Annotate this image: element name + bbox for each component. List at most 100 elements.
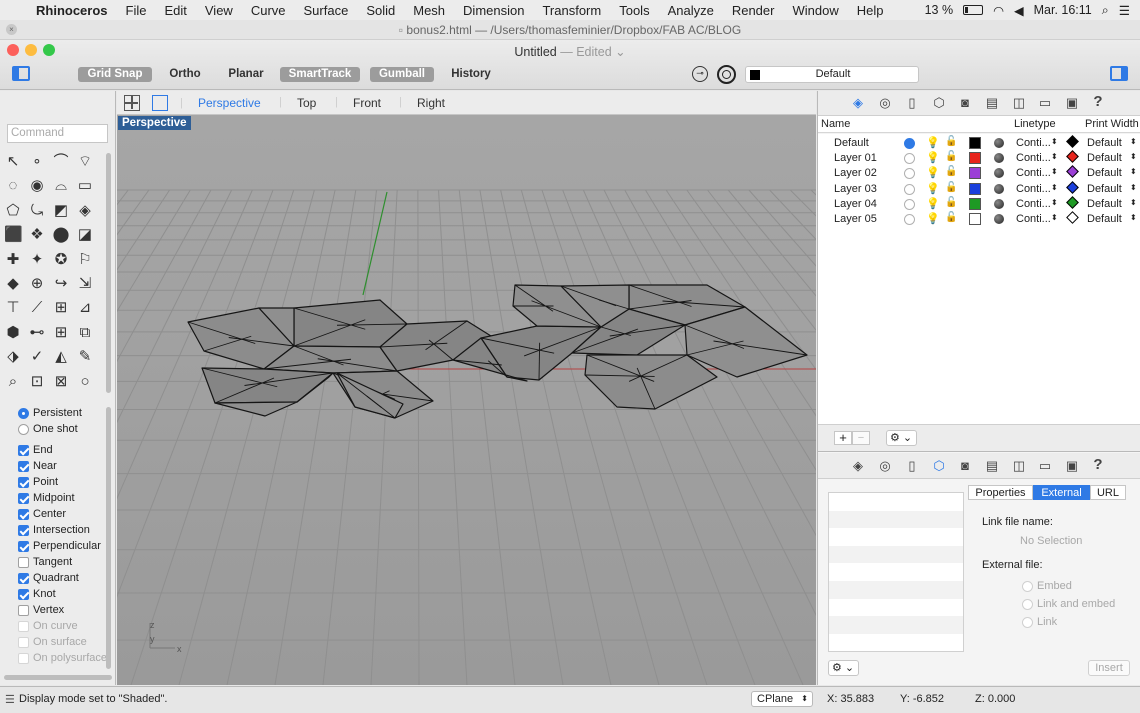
layer-print-width[interactable]: Default — [1087, 137, 1122, 149]
tool-zoom-icon[interactable]: ⌕ — [4, 373, 22, 391]
menu-file[interactable]: File — [117, 3, 156, 18]
tool-solid-box-icon[interactable]: ⬛ — [4, 226, 23, 244]
tool-zoom-window-icon[interactable]: ⊡ — [28, 373, 46, 391]
tab-perspective[interactable]: Perspective — [198, 96, 261, 110]
osnap-target-icon[interactable] — [717, 65, 736, 84]
layer-color-swatch[interactable] — [969, 152, 981, 165]
object-list-row[interactable] — [829, 616, 963, 634]
window-close-small-icon[interactable]: × — [6, 24, 17, 35]
osnap-quadrant[interactable]: Quadrant — [18, 571, 79, 585]
materials-icon[interactable]: ▤ — [984, 458, 1000, 474]
osnap-vertex[interactable]: Vertex — [18, 603, 64, 617]
layer-print-width[interactable]: Default — [1087, 152, 1122, 164]
option-link[interactable]: Link — [1022, 616, 1057, 628]
radio-icon[interactable] — [18, 423, 29, 435]
tab-top[interactable]: Top — [297, 96, 316, 110]
menu-clock[interactable]: Mar. 16:11 — [1034, 3, 1092, 17]
tool-grid-icon[interactable]: ⊞ — [52, 324, 70, 342]
layer-row[interactable]: Layer 04 💡 🔓 Conti... ⬍ Default ⬍ — [818, 195, 1140, 212]
checkbox-icon[interactable] — [18, 556, 29, 568]
layers-icon[interactable]: ◈ — [850, 458, 866, 474]
checkbox-icon[interactable] — [18, 476, 29, 488]
properties-gear-icon[interactable]: ⚙ ⌄ — [828, 660, 859, 676]
layer-material-sphere-icon[interactable] — [994, 198, 1004, 209]
remove-layer-button[interactable]: − — [852, 431, 870, 445]
object-list-row[interactable] — [829, 633, 963, 652]
layer-lock-icon[interactable]: 🔓 — [945, 197, 957, 208]
osnap-tangent[interactable]: Tangent — [18, 555, 72, 569]
layer-name[interactable]: Layer 01 — [834, 152, 877, 164]
tool-scale-icon[interactable]: ⇲ — [76, 275, 94, 293]
layer-row[interactable]: Layer 03 💡 🔓 Conti... ⬍ Default ⬍ — [818, 180, 1140, 197]
option-link-and-embed[interactable]: Link and embed — [1022, 598, 1115, 610]
layer-lock-icon[interactable]: 🔓 — [945, 212, 957, 223]
menu-analyze[interactable]: Analyze — [659, 3, 723, 18]
linetype-stepper-icon[interactable]: ⬍ — [1051, 167, 1058, 176]
menu-tools[interactable]: Tools — [610, 3, 658, 18]
layer-header-print-width[interactable]: Print Width — [1085, 118, 1139, 130]
layer-material-sphere-icon[interactable] — [994, 138, 1004, 148]
tool-flag-icon[interactable]: ⚐ — [76, 251, 94, 269]
menu-dimension[interactable]: Dimension — [454, 3, 533, 18]
checkbox-icon[interactable] — [18, 620, 29, 632]
osnap-end[interactable]: End — [18, 443, 53, 457]
option-embed[interactable]: Embed — [1022, 580, 1072, 592]
spotlight-search-icon[interactable]: ⌕ — [1102, 3, 1109, 18]
layer-color-swatch[interactable] — [969, 167, 981, 180]
volume-icon[interactable]: ◀ — [1014, 3, 1024, 18]
layer-radio-icon[interactable] — [904, 214, 915, 225]
osnap-near[interactable]: Near — [18, 459, 57, 473]
layer-radio-icon[interactable] — [904, 198, 915, 210]
tool-point-icon[interactable]: ∘ — [28, 153, 46, 171]
named-view-icon[interactable]: ▭ — [1037, 95, 1053, 111]
osnap-on-surface[interactable]: On surface — [18, 635, 87, 649]
layer-header-name[interactable]: Name — [821, 118, 850, 130]
layer-radio-icon[interactable] — [904, 183, 915, 195]
object-list-row[interactable] — [829, 545, 963, 564]
layer-visible-lightbulb-icon[interactable]: 💡 — [926, 182, 940, 195]
layer-lock-icon[interactable]: 🔓 — [945, 151, 957, 162]
cplane-dropdown[interactable]: CPlane ⬍ — [751, 691, 813, 707]
materials-icon[interactable]: ▤ — [984, 95, 1000, 111]
layer-name[interactable]: Layer 04 — [834, 198, 877, 210]
gumball-toggle[interactable]: Gumball — [370, 67, 434, 82]
tab-external[interactable]: External — [1033, 485, 1090, 500]
object-properties-icon[interactable]: ⬡ — [931, 95, 947, 111]
menu-view[interactable]: View — [196, 3, 242, 18]
document-properties-icon[interactable]: ▯ — [904, 95, 920, 111]
tool-edit-icon[interactable]: ✎ — [76, 348, 94, 366]
layer-visible-lightbulb-icon[interactable]: 💡 — [926, 212, 940, 225]
osnap-scrollbar[interactable] — [106, 407, 111, 669]
tool-sphere-icon[interactable]: ⬤ — [52, 226, 70, 244]
osnap-mode-one-shot[interactable]: One shot — [18, 422, 78, 436]
object-list-row[interactable] — [829, 528, 963, 546]
checkbox-icon[interactable] — [18, 524, 29, 536]
camera-icon[interactable]: ◙ — [957, 458, 973, 474]
checkbox-icon[interactable] — [18, 508, 29, 520]
tool-copy-icon[interactable]: ⧉ — [76, 324, 94, 342]
tool-array-icon[interactable]: ⊞ — [52, 299, 70, 317]
tab-url[interactable]: URL — [1090, 485, 1126, 500]
tool-solid-icon[interactable]: ◆ — [4, 275, 22, 293]
radio-icon[interactable] — [18, 407, 29, 419]
menu-window[interactable]: Window — [783, 3, 847, 18]
tool-surface-icon[interactable]: ◩ — [52, 202, 70, 220]
tool-zoom-extents-icon[interactable]: ⊠ — [52, 373, 70, 391]
tool-render-icon[interactable]: ✪ — [52, 251, 70, 269]
tool-check-icon[interactable]: ✓ — [28, 348, 46, 366]
layer-row[interactable]: Layer 01 💡 🔓 Conti... ⬍ Default ⬍ — [818, 150, 1140, 166]
layer-radio-icon[interactable] — [904, 153, 915, 165]
layer-name[interactable]: Layer 02 — [834, 167, 877, 179]
layer-select-dropdown[interactable]: Default — [745, 66, 919, 83]
tool-arc-icon[interactable]: ⌓ — [52, 177, 70, 195]
tool-transform-icon[interactable]: ✚ — [4, 251, 22, 269]
tool-text-icon[interactable]: ⊤ — [4, 299, 22, 317]
layer-lock-icon[interactable]: 🔓 — [945, 182, 957, 193]
smarttrack-toggle[interactable]: SmartTrack — [280, 67, 360, 82]
battery-icon[interactable] — [963, 5, 984, 15]
print-width-stepper-icon[interactable]: ⬍ — [1130, 152, 1137, 161]
tool-boolean-icon[interactable]: ❖ — [28, 226, 46, 244]
print-color-swatch[interactable] — [1066, 211, 1079, 224]
camera-icon[interactable]: ◙ — [957, 95, 973, 111]
object-list-row[interactable] — [829, 510, 963, 529]
